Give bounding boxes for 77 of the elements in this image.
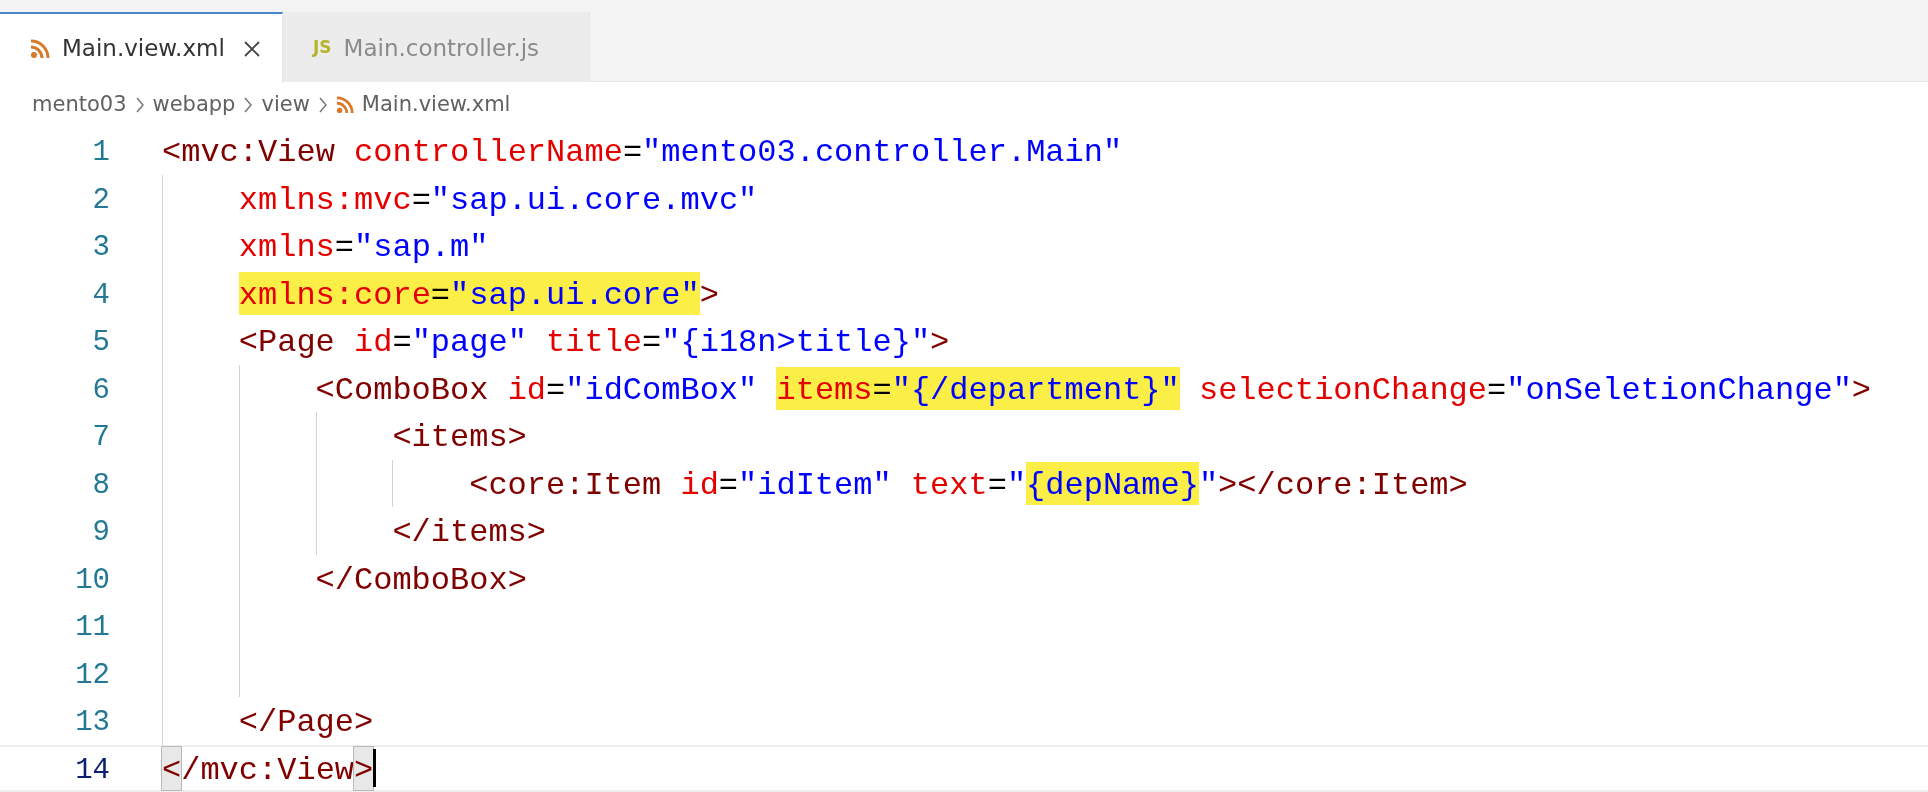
chevron-icon <box>243 95 254 114</box>
code-token: = <box>718 465 739 505</box>
code-token: = <box>392 323 412 363</box>
line-number: 6 <box>91 372 110 409</box>
code-token: "page" <box>411 323 527 363</box>
matched-bracket: < <box>162 746 182 790</box>
line-number: 9 <box>91 515 110 551</box>
line-number: 13 <box>74 705 110 741</box>
code-token: <ComboBox <box>315 370 489 410</box>
code-token: = <box>546 370 566 410</box>
close-icon[interactable] <box>242 39 261 58</box>
code-token: "{i18n>title}" <box>661 323 931 363</box>
code-token: ></core:Item> <box>1218 465 1468 505</box>
code-token: "idComBox" <box>565 370 759 410</box>
code-token: </Page> <box>238 703 374 743</box>
code-token: " <box>1006 465 1027 505</box>
code-token: "sap.m" <box>354 228 489 268</box>
code-token: </items> <box>392 513 546 553</box>
breadcrumb-item[interactable]: mento03 <box>32 88 127 121</box>
code-token: = <box>1487 370 1507 410</box>
code-token: items <box>776 366 873 410</box>
line-number: 10 <box>74 562 110 599</box>
line-number: 2 <box>91 182 110 219</box>
code-token: "{/department}" <box>891 366 1180 410</box>
code-token: xmlns:mvc <box>238 180 412 220</box>
code-token: " <box>1198 465 1219 505</box>
code-token: <core:Item <box>469 465 662 505</box>
code-token: id <box>679 465 719 505</box>
code-token: "onSeletionChange" <box>1506 370 1852 410</box>
line-number: 11 <box>74 610 110 646</box>
code-token: = <box>987 465 1007 505</box>
code-token: > <box>1851 370 1872 410</box>
code-token: = <box>622 133 643 173</box>
code-token: "sap.ui.core" <box>450 271 700 315</box>
code-token: = <box>642 323 662 363</box>
code-token: "sap.ui.core.mvc" <box>430 180 758 220</box>
line-number: 1 <box>91 135 110 171</box>
code-token: <mvc:View <box>162 133 335 173</box>
code-token: <items> <box>392 418 527 458</box>
breadcrumb-item[interactable]: Main.view.xml <box>361 88 511 121</box>
rss-icon <box>30 38 50 59</box>
rss-icon <box>335 95 354 114</box>
code-token: > <box>699 275 719 315</box>
code-token: {depName} <box>1026 461 1199 505</box>
code-token: selectionChange <box>1197 370 1487 410</box>
code-token: = <box>334 228 354 268</box>
code-token: = <box>872 366 892 410</box>
code-token: controllerName <box>353 133 623 173</box>
breadcrumb-item[interactable]: view <box>261 88 310 121</box>
js-file-icon: JS <box>313 35 332 61</box>
code-token: = <box>430 271 451 315</box>
breadcrumb-item[interactable]: webapp <box>152 88 236 121</box>
editor-tab[interactable]: Main.view.xml <box>0 12 283 83</box>
code-token: text <box>909 465 988 505</box>
code-token: > <box>930 323 950 363</box>
code-token: = <box>411 180 431 220</box>
line-number: 14 <box>74 752 110 789</box>
code-token: </ComboBox> <box>315 560 527 600</box>
code-token: id <box>353 323 393 363</box>
code-token: /mvc:View <box>181 750 355 790</box>
matched-bracket: > <box>354 746 374 790</box>
code-token: <Page <box>238 323 335 363</box>
code-token: "idItem" <box>738 465 892 505</box>
chevron-icon <box>317 95 328 114</box>
code-token: id <box>506 370 547 410</box>
chevron-icon <box>134 95 145 114</box>
line-number: 3 <box>91 230 110 266</box>
line-number: 4 <box>91 277 110 314</box>
code-token: xmlns <box>238 228 335 268</box>
line-number: 7 <box>91 420 110 456</box>
code-token: xmlns:core <box>238 271 431 315</box>
code-token: "mento03.controller.Main" <box>642 133 1123 173</box>
line-number: 8 <box>91 467 110 504</box>
line-number: 5 <box>91 325 110 361</box>
line-number: 12 <box>74 657 110 694</box>
text-cursor <box>373 749 377 788</box>
code-token: title <box>545 323 643 363</box>
